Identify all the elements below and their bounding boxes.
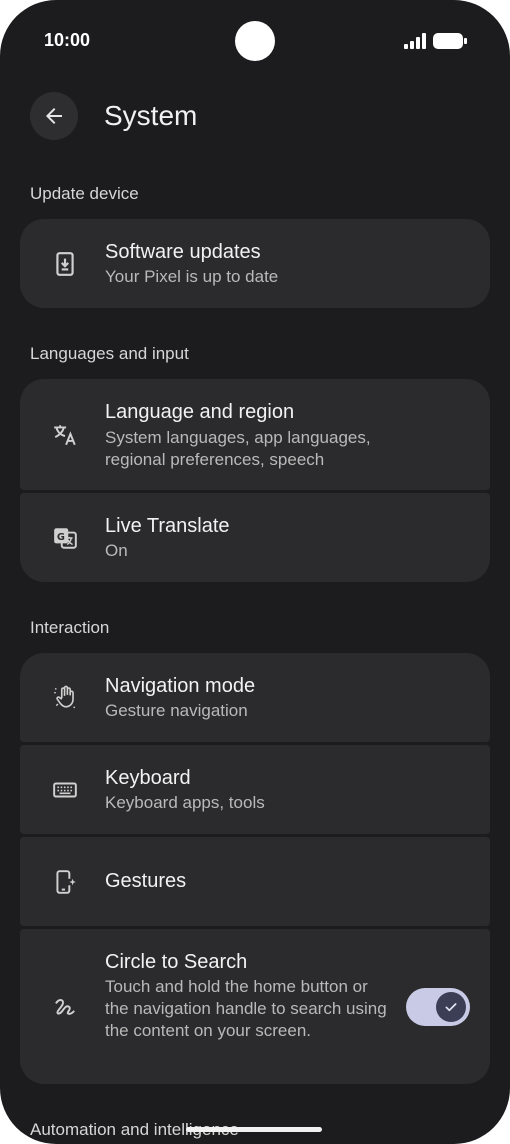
circle-to-search-title: Circle to Search <box>105 951 248 973</box>
back-button[interactable] <box>30 92 78 140</box>
keyboard-icon <box>53 782 77 798</box>
phone-download-icon <box>56 252 74 276</box>
circle-to-search-toggle[interactable] <box>406 988 470 1026</box>
status-bar: 10:00 <box>0 0 510 80</box>
live-translate-subtitle: On <box>105 541 128 560</box>
software-updates-title: Software updates <box>105 241 261 263</box>
circle-to-search-item[interactable]: Circle to Search Touch and hold the home… <box>20 929 490 1084</box>
gesture-hand-icon <box>54 685 76 709</box>
signal-icon <box>404 33 426 49</box>
software-updates-item[interactable]: Software updates Your Pixel is up to dat… <box>20 219 490 308</box>
gestures-item[interactable]: Gestures <box>20 837 490 926</box>
squiggle-icon <box>55 999 75 1015</box>
phone-sparkle-icon <box>56 870 76 894</box>
live-translate-title: Live Translate <box>105 515 230 537</box>
svg-text:G: G <box>57 532 65 543</box>
page-title: System <box>104 100 198 131</box>
navigation-mode-title: Navigation mode <box>105 675 256 697</box>
navigation-mode-subtitle: Gesture navigation <box>105 701 248 720</box>
language-region-title: Language and region <box>105 401 295 423</box>
section-header-languages-input: Languages and input <box>30 344 189 363</box>
software-updates-subtitle: Your Pixel is up to date <box>105 267 279 286</box>
toggle-knob <box>436 992 466 1022</box>
status-time: 10:00 <box>44 30 91 50</box>
keyboard-item[interactable]: Keyboard Keyboard apps, tools <box>20 745 490 834</box>
arrow-back-icon <box>46 108 62 124</box>
home-gesture-bar[interactable] <box>186 1127 322 1132</box>
section-header-update-device: Update device <box>30 184 139 203</box>
keyboard-title: Keyboard <box>105 767 191 789</box>
battery-icon <box>433 33 467 49</box>
language-region-subtitle: System languages, app languages, regiona… <box>105 428 371 469</box>
camera-cutout <box>235 21 275 61</box>
keyboard-subtitle: Keyboard apps, tools <box>105 793 265 812</box>
language-region-item[interactable]: Language and region System languages, ap… <box>20 379 490 490</box>
google-translate-icon: G <box>54 528 77 549</box>
section-header-interaction: Interaction <box>30 618 110 637</box>
gestures-title: Gestures <box>105 870 187 892</box>
live-translate-item[interactable]: G Live Translate On <box>20 493 490 582</box>
check-icon <box>445 1003 457 1012</box>
navigation-mode-item[interactable]: Navigation mode Gesture navigation <box>20 653 490 742</box>
translate-icon <box>54 425 76 446</box>
circle-to-search-subtitle: Touch and hold the home button or the na… <box>105 977 387 1040</box>
phone-screen: 10:00 System Update device Software upda… <box>0 0 510 1144</box>
